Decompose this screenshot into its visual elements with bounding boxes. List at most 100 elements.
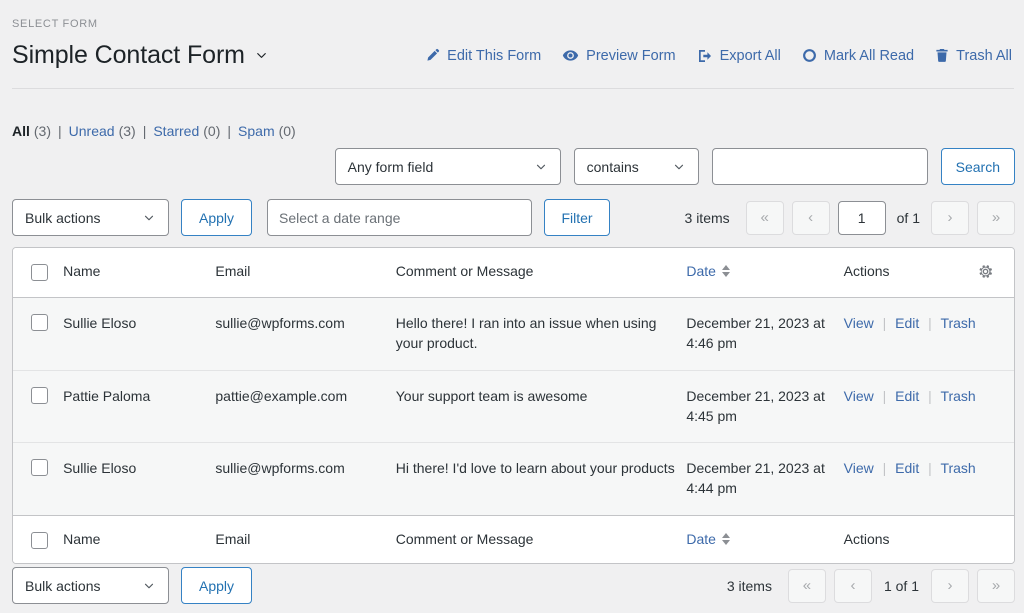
- status-filter-unread[interactable]: Unread: [69, 123, 115, 139]
- chevron-down-icon: [142, 579, 156, 593]
- cell-name: Sullie Eloso: [63, 442, 216, 516]
- header-email: Email: [215, 248, 396, 298]
- search-operator-select[interactable]: contains: [573, 148, 699, 185]
- prev-page-button-top[interactable]: ‹: [791, 200, 830, 235]
- pagination-top-items: 3 items: [684, 209, 730, 226]
- footer-date: Date: [686, 514, 844, 563]
- status-filter-spam-count: (0): [278, 123, 296, 139]
- footer-actions: Actions: [843, 514, 964, 563]
- trash-link[interactable]: Trash: [940, 315, 975, 331]
- footer-date-label: Date: [686, 530, 716, 547]
- date-range-input[interactable]: Select a date range: [267, 199, 532, 236]
- first-page-button-bottom[interactable]: «: [787, 568, 826, 603]
- edit-link[interactable]: Edit: [895, 315, 919, 331]
- table-row: Sullie Eloso sullie@wpforms.com Hi there…: [13, 442, 1014, 516]
- bulk-actions-select-top[interactable]: Bulk actions: [12, 199, 169, 236]
- header-actions: Actions: [843, 248, 964, 298]
- action-separator: |: [928, 315, 932, 331]
- pagination-bottom: 3 items « ‹ 1 of 1 › »: [726, 568, 1015, 603]
- status-filter-unread-count: (3): [118, 123, 136, 139]
- bulk-actions-select-bottom[interactable]: Bulk actions: [12, 567, 169, 604]
- apply-button-bottom[interactable]: Apply: [181, 567, 252, 604]
- filter-button-label: Filter: [561, 209, 593, 226]
- first-page-button-top[interactable]: «: [745, 200, 784, 235]
- row-checkbox[interactable]: [31, 459, 48, 477]
- status-filter-all[interactable]: All: [12, 123, 30, 139]
- prev-page-button-bottom[interactable]: ‹: [833, 568, 872, 603]
- entries-table-body: Sullie Eloso sullie@wpforms.com Hello th…: [13, 297, 1014, 516]
- mark-all-read-label: Mark All Read: [823, 47, 915, 64]
- cell-message: Hi there! I'd love to learn about your p…: [395, 442, 687, 516]
- header-actions: Edit This Form Preview Form Export All M…: [425, 47, 1014, 64]
- search-input[interactable]: [711, 148, 928, 185]
- select-all-header: [13, 248, 64, 298]
- status-filter-starred[interactable]: Starred: [153, 123, 199, 139]
- trash-all-label: Trash All: [956, 47, 1012, 64]
- header-divider: [12, 88, 1014, 89]
- trash-link[interactable]: Trash: [940, 388, 975, 404]
- status-filter-spam[interactable]: Spam: [238, 123, 275, 139]
- view-link[interactable]: View: [844, 388, 874, 404]
- trash-link[interactable]: Trash: [940, 460, 975, 476]
- action-separator: |: [928, 460, 932, 477]
- action-separator: |: [882, 387, 887, 404]
- sort-by-date-link-top[interactable]: Date: [686, 263, 730, 279]
- row-checkbox[interactable]: [31, 314, 48, 331]
- row-select-cell: [13, 370, 64, 444]
- date-range-placeholder: Select a date range: [279, 209, 401, 226]
- mark-all-read-link[interactable]: Mark All Read: [802, 48, 914, 64]
- cell-name: Pattie Paloma: [63, 370, 216, 444]
- table-header-row: Name Email Comment or Message Date Actio…: [13, 248, 1014, 298]
- footer-spacer: [963, 514, 1014, 563]
- search-operator-select-value: contains: [586, 158, 639, 175]
- chevron-down-icon[interactable]: [254, 48, 269, 63]
- page-title[interactable]: Simple Contact Form: [12, 41, 245, 70]
- cell-email: sullie@wpforms.com: [215, 442, 396, 516]
- entries-table-card: Name Email Comment or Message Date Actio…: [12, 247, 1015, 564]
- bulk-actions-select-top-value: Bulk actions: [25, 209, 101, 226]
- trash-all-link[interactable]: Trash All: [935, 48, 1012, 64]
- cell-actions: View | Edit | Trash: [843, 442, 976, 516]
- view-link[interactable]: View: [844, 315, 874, 331]
- table-row: Pattie Paloma pattie@example.com Your su…: [13, 370, 1014, 444]
- current-page-input[interactable]: 1: [837, 200, 886, 235]
- search-button[interactable]: Search: [940, 148, 1015, 185]
- edit-link[interactable]: Edit: [895, 460, 919, 476]
- view-link[interactable]: View: [844, 460, 874, 476]
- row-checkbox[interactable]: [31, 386, 48, 404]
- footer-name: Name: [63, 514, 216, 563]
- toolbar-bottom: Bulk actions Apply 3 items « ‹ 1 of 1 › …: [12, 567, 1015, 604]
- search-field-select[interactable]: Any form field: [334, 148, 561, 185]
- entries-table: Name Email Comment or Message Date Actio…: [13, 248, 1014, 563]
- next-page-button-bottom[interactable]: ›: [931, 568, 969, 603]
- footer-message: Comment or Message: [395, 514, 687, 563]
- gear-icon[interactable]: [977, 265, 994, 283]
- apply-button-bottom-label: Apply: [198, 577, 235, 594]
- last-page-button-bottom[interactable]: »: [977, 568, 1015, 603]
- select-all-checkbox-top[interactable]: [31, 264, 48, 281]
- select-form-label: SELECT FORM: [12, 18, 98, 30]
- select-all-checkbox-bottom[interactable]: [31, 531, 48, 549]
- footer-email: Email: [215, 514, 396, 563]
- column-settings-header: [963, 248, 1014, 298]
- edit-this-form-link[interactable]: Edit This Form: [425, 48, 541, 64]
- header-name: Name: [63, 248, 216, 298]
- chevron-down-icon: [534, 160, 548, 174]
- trash-icon: [935, 48, 949, 63]
- pagination-bottom-items: 3 items: [726, 577, 772, 594]
- export-all-link[interactable]: Export All: [697, 48, 781, 64]
- cell-date: December 21, 2023 at 4:44 pm: [686, 442, 844, 516]
- filter-button[interactable]: Filter: [544, 199, 610, 236]
- table-row: Sullie Eloso sullie@wpforms.com Hello th…: [13, 297, 1014, 371]
- preview-form-link[interactable]: Preview Form: [562, 47, 676, 64]
- search-field-select-value: Any form field: [347, 158, 434, 175]
- sort-by-date-link-bottom[interactable]: Date: [686, 531, 730, 547]
- last-page-button-top[interactable]: »: [977, 200, 1015, 235]
- row-select-cell: [13, 442, 64, 516]
- next-page-button-top[interactable]: ›: [931, 200, 969, 235]
- apply-button-top[interactable]: Apply: [181, 199, 252, 236]
- eye-icon: [562, 47, 579, 64]
- table-footer-row: Name Email Comment or Message Date Actio…: [13, 514, 1014, 563]
- edit-link[interactable]: Edit: [895, 388, 919, 404]
- circle-icon: [802, 48, 817, 63]
